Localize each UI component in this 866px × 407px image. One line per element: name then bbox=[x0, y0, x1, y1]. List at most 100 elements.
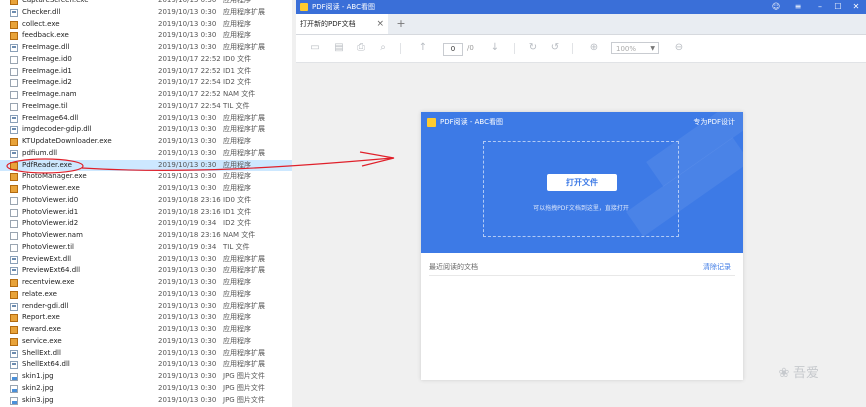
file-row[interactable]: skin1.jpg 2019/10/13 0:30 JPG 图片文件 bbox=[0, 371, 292, 383]
search-icon[interactable]: ⌕ bbox=[376, 41, 390, 55]
file-name: pdfium.dll bbox=[22, 148, 58, 157]
file-date: 2019/10/13 0:30 bbox=[158, 31, 217, 40]
file-row[interactable]: PdfReader.exe 2019/10/13 0:30 应用程序 bbox=[0, 159, 292, 172]
add-tab-button[interactable]: + bbox=[394, 14, 408, 34]
rotate-ccw-icon[interactable]: ↺ bbox=[548, 41, 562, 55]
file-type: NAM 文件 bbox=[223, 231, 256, 239]
file-date: 2019/10/13 0:30 bbox=[158, 336, 217, 345]
file-row[interactable]: KTUpdateDownloader.exe 2019/10/13 0:30 应用程… bbox=[0, 136, 292, 148]
file-row[interactable]: FreeImage.til 2019/10/17 22:54 TIL 文件 bbox=[0, 101, 292, 113]
zoom-value: 100% bbox=[616, 45, 637, 53]
file-date: 2019/10/17 22:52 bbox=[158, 90, 221, 98]
drop-zone[interactable]: 打开文件 可以拖拽PDF文档到这里，直接打开 bbox=[483, 141, 679, 237]
file-row[interactable]: render-gdi.dll 2019/10/13 0:30 应用程序扩展 bbox=[0, 301, 292, 313]
clear-history-link[interactable]: 清除记录 bbox=[703, 262, 731, 272]
file-type: 应用程序 bbox=[223, 137, 251, 145]
prev-page-icon[interactable]: ↑ bbox=[416, 41, 430, 55]
skin-icon[interactable]: ☺ bbox=[768, 0, 784, 14]
file-row[interactable]: ShellExt64.dll 2019/10/13 0:30 应用程序扩展 bbox=[0, 359, 292, 371]
tab-close-icon[interactable]: × bbox=[376, 14, 384, 34]
toolbar-divider bbox=[400, 43, 401, 54]
file-date: 2019/10/13 0:30 bbox=[158, 148, 217, 157]
image-file-icon bbox=[10, 396, 18, 405]
file-row[interactable]: relate.exe 2019/10/13 0:30 应用程序 bbox=[0, 289, 292, 301]
file-type: ID1 文件 bbox=[223, 207, 252, 216]
page-number-input[interactable]: 0 bbox=[443, 43, 463, 56]
zoom-out-icon[interactable]: ⊖ bbox=[672, 41, 686, 55]
file-row[interactable]: PhotoViewer.id1 2019/10/18 23:16 ID1 文件 bbox=[0, 207, 292, 219]
recent-docs-title: 最近阅读的文档 bbox=[429, 263, 478, 271]
file-icon bbox=[10, 196, 18, 205]
file-date: 2019/10/13 0:30 bbox=[158, 278, 217, 286]
file-row[interactable]: FreeImage.id1 2019/10/17 22:52 ID1 文件 bbox=[0, 66, 292, 78]
file-row[interactable]: imgdecoder-gdip.dll 2019/10/13 0:30 应用程序扩展 bbox=[0, 124, 292, 136]
file-row[interactable]: pdfium.dll 2019/10/13 0:30 应用程序扩展 bbox=[0, 148, 292, 160]
file-date: 2019/10/17 22:52 bbox=[158, 66, 221, 75]
tab-bar: 打开新的PDF文档 × + bbox=[296, 14, 866, 35]
file-row[interactable]: recentview.exe 2019/10/13 0:30 应用程序 bbox=[0, 277, 292, 289]
menu-icon[interactable]: ≡ bbox=[790, 0, 806, 14]
file-row[interactable]: Report.exe 2019/10/13 0:30 应用程序 bbox=[0, 312, 292, 324]
file-row[interactable]: reward.exe 2019/10/13 0:30 应用程序 bbox=[0, 324, 292, 336]
file-type: 应用程序 bbox=[223, 278, 251, 286]
file-row[interactable]: FreeImage.dll 2019/10/13 0:30 应用程序扩展 bbox=[0, 42, 292, 54]
file-row[interactable]: skin2.jpg 2019/10/13 0:30 JPG 图片文件 bbox=[0, 383, 292, 395]
file-row[interactable]: PhotoViewer.id0 2019/10/18 23:16 ID0 文件 bbox=[0, 195, 292, 207]
open-folder-icon[interactable]: ▭ bbox=[308, 41, 322, 55]
file-name: recentview.exe bbox=[22, 278, 75, 286]
dll-file-icon bbox=[10, 114, 18, 123]
file-type: 应用程序扩展 bbox=[223, 148, 265, 157]
title-bar[interactable]: PDF阅读 - ABC看图 ☺ ≡ – ☐ ✕ bbox=[296, 0, 866, 14]
open-file-button[interactable]: 打开文件 bbox=[547, 174, 617, 191]
image-file-icon bbox=[10, 384, 18, 393]
save-icon[interactable]: ▤ bbox=[332, 41, 346, 55]
watermark-flower-icon: ❀ bbox=[778, 366, 790, 381]
file-row[interactable]: skin3.jpg 2019/10/13 0:30 JPG 图片文件 bbox=[0, 395, 292, 407]
file-type: 应用程序 bbox=[223, 160, 251, 169]
exe-file-icon bbox=[10, 32, 18, 41]
file-row[interactable]: CaptureScreen.exe 2019/10/13 0:30 应用程序 bbox=[0, 0, 292, 7]
file-row[interactable]: PhotoManager.exe 2019/10/13 0:30 应用程序 bbox=[0, 171, 292, 183]
toolbar: ▭ ▤ ⎙ ⌕ ↑ 0 /0 ↓ ↻ ↺ ⊕ 100% ▼ ⊖ bbox=[296, 35, 866, 63]
file-row[interactable]: PreviewExt.dll 2019/10/13 0:30 应用程序扩展 bbox=[0, 254, 292, 266]
file-type: 应用程序扩展 bbox=[223, 301, 265, 310]
pdf-design-link[interactable]: 专为PDF设计 bbox=[693, 117, 735, 128]
tab-open-new-pdf[interactable]: 打开新的PDF文档 × bbox=[296, 14, 388, 34]
file-row[interactable]: FreeImage.nam 2019/10/17 22:52 NAM 文件 bbox=[0, 89, 292, 101]
file-row[interactable]: FreeImage.id2 2019/10/17 22:54 ID2 文件 bbox=[0, 77, 292, 89]
minimize-icon[interactable]: – bbox=[812, 0, 828, 14]
file-row[interactable]: PhotoViewer.exe 2019/10/13 0:30 应用程序 bbox=[0, 183, 292, 195]
file-row[interactable]: FreeImage.id0 2019/10/17 22:52 ID0 文件 bbox=[0, 54, 292, 66]
file-row[interactable]: collect.exe 2019/10/13 0:30 应用程序 bbox=[0, 19, 292, 31]
file-row[interactable]: PreviewExt64.dll 2019/10/13 0:30 应用程序扩展 bbox=[0, 265, 292, 277]
next-page-icon[interactable]: ↓ bbox=[488, 41, 502, 55]
zoom-select[interactable]: 100% ▼ bbox=[611, 42, 659, 54]
exe-file-icon bbox=[10, 0, 18, 5]
file-row[interactable]: PhotoViewer.id2 2019/10/19 0:34 ID2 文件 bbox=[0, 218, 292, 230]
close-icon[interactable]: ✕ bbox=[848, 0, 864, 14]
file-name: reward.exe bbox=[22, 325, 61, 333]
file-name: PreviewExt64.dll bbox=[22, 266, 81, 275]
file-icon bbox=[10, 79, 18, 88]
print-icon[interactable]: ⎙ bbox=[354, 41, 368, 55]
file-row[interactable]: ShellExt.dll 2019/10/13 0:30 应用程序扩展 bbox=[0, 348, 292, 360]
exe-file-icon bbox=[10, 279, 18, 287]
file-row[interactable]: PhotoViewer.nam 2019/10/18 23:16 NAM 文件 bbox=[0, 230, 292, 242]
rotate-cw-icon[interactable]: ↻ bbox=[526, 41, 540, 55]
file-row[interactable]: FreeImage64.dll 2019/10/13 0:30 应用程序扩展 bbox=[0, 113, 292, 125]
file-row[interactable]: feedback.exe 2019/10/13 0:30 应用程序 bbox=[0, 30, 292, 42]
app-logo-icon bbox=[300, 3, 308, 11]
dll-file-icon bbox=[10, 44, 18, 52]
exe-file-icon bbox=[10, 337, 18, 346]
zoom-in-icon[interactable]: ⊕ bbox=[587, 41, 601, 55]
file-name: CaptureScreen.exe bbox=[22, 0, 89, 4]
file-name: PhotoManager.exe bbox=[22, 172, 87, 181]
file-row[interactable]: Checker.dll 2019/10/13 0:30 应用程序扩展 bbox=[0, 7, 292, 19]
file-row[interactable]: PhotoViewer.til 2019/10/19 0:34 TIL 文件 bbox=[0, 242, 292, 254]
file-date: 2019/10/13 0:30 bbox=[158, 137, 217, 145]
file-row[interactable]: service.exe 2019/10/13 0:30 应用程序 bbox=[0, 336, 292, 348]
file-date: 2019/10/18 23:16 bbox=[158, 231, 221, 239]
file-type: 应用程序扩展 bbox=[223, 125, 265, 134]
dll-file-icon bbox=[10, 349, 18, 358]
maximize-icon[interactable]: ☐ bbox=[830, 0, 846, 14]
